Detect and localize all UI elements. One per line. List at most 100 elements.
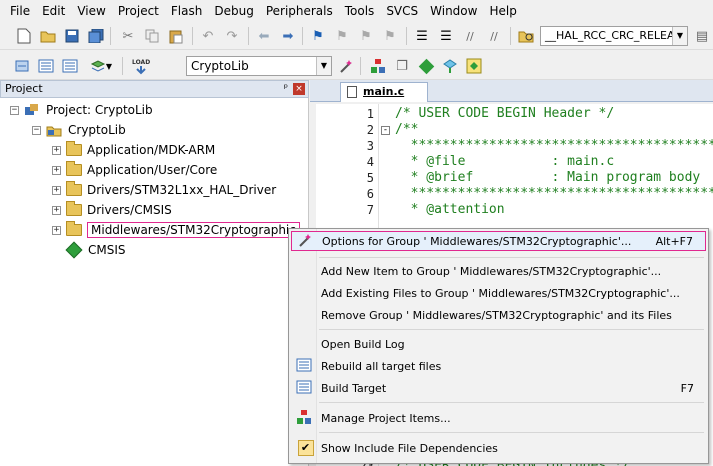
collapse-icon[interactable]: − [32,126,41,135]
indent-icon[interactable]: ☰ [412,26,432,46]
menu-item-open-build-log[interactable]: Open Build Log [291,334,706,354]
translate-icon[interactable] [12,56,32,76]
menu-edit[interactable]: Edit [36,0,71,22]
menu-separator [319,257,704,258]
options-wand-icon[interactable] [336,56,356,76]
cut-icon[interactable]: ✂ [118,26,138,46]
chevron-down-icon[interactable]: ▼ [672,27,687,45]
target-label: CryptoLib [68,123,126,137]
project-tree: − Project: CryptoLib − CryptoLib + Appli… [0,98,309,466]
menu-item-options-for-group[interactable]: Options for Group ' Middlewares/STM32Cry… [291,231,706,251]
new-file-icon[interactable] [14,26,34,46]
clear-bookmarks-icon[interactable]: ⚑ [380,26,400,46]
tree-node-project[interactable]: Project: CryptoLib [24,100,153,120]
expand-icon[interactable]: + [52,206,61,215]
unindent-icon[interactable]: ☰ [436,26,456,46]
comment-icon[interactable]: // [460,26,480,46]
undo-icon[interactable]: ↶ [198,26,218,46]
pack-installer-icon[interactable] [440,56,460,76]
menu-tools[interactable]: Tools [339,0,381,22]
project-root-label: Project: CryptoLib [46,103,153,117]
line-number: 4 [366,155,374,169]
close-icon[interactable]: × [293,83,305,95]
tree-node-group-selected[interactable]: Middlewares/STM32Cryptographic [66,220,300,240]
target-select-value: CryptoLib [191,59,249,73]
menu-item-rebuild-all[interactable]: Rebuild all target files [291,356,706,376]
tree-node-cmsis[interactable]: CMSIS [65,240,126,260]
menu-project[interactable]: Project [112,0,165,22]
menu-window[interactable]: Window [424,0,483,22]
search-combo[interactable]: __HAL_RCC_CRC_RELEAS ▼ [540,26,688,46]
menu-item-manage-project-items[interactable]: Manage Project Items... [291,408,706,428]
menu-item-build-target[interactable]: Build Target F7 [291,378,706,398]
menu-separator [319,402,704,403]
fold-collapse-icon[interactable]: - [381,126,390,135]
pin-icon[interactable]: ᵖ [284,81,288,97]
manage-items-icon [291,409,317,428]
paste-icon[interactable] [166,26,186,46]
chevron-down-icon[interactable]: ▼ [316,57,331,75]
tree-node-group[interactable]: Application/MDK-ARM [66,140,215,160]
menu-view[interactable]: View [71,0,111,22]
bookmark-icon[interactable]: ⚑ [308,26,328,46]
load-icon[interactable]: LOAD [130,56,152,76]
group-label: Application/MDK-ARM [87,143,216,157]
menu-item-label: Add New Item to Group ' Middlewares/STM3… [321,264,662,278]
expand-icon[interactable]: + [52,166,61,175]
code-line: /** [395,122,419,137]
manage-items-icon[interactable] [368,56,388,76]
group-label: Middlewares/STM32Cryptographic [87,222,300,238]
find-in-files-icon[interactable] [516,26,536,46]
folder-icon [66,161,82,176]
code-line: /* USER CODE BEGIN Header */ [395,106,615,121]
next-bookmark-icon[interactable]: ⚑ [356,26,376,46]
line-number: 1 [366,107,374,121]
tree-node-group[interactable]: Drivers/CMSIS [66,200,172,220]
save-all-icon[interactable] [86,26,106,46]
collapse-icon[interactable]: − [10,106,19,115]
menu-item-add-existing-files[interactable]: Add Existing Files to Group ' Middleware… [291,283,706,303]
line-number: 3 [366,139,374,153]
save-icon[interactable] [62,26,82,46]
menu-item-remove-group[interactable]: Remove Group ' Middlewares/STM32Cryptogr… [291,305,706,325]
tree-node-group[interactable]: Application/User/Core [66,160,217,180]
build-icon [291,379,317,398]
menu-help[interactable]: Help [483,0,522,22]
project-panel-title: Project [5,82,43,95]
menu-svcs[interactable]: SVCS [380,0,424,22]
prev-bookmark-icon[interactable]: ⚑ [332,26,352,46]
target-select[interactable]: CryptoLib ▼ [186,56,332,76]
expand-icon[interactable]: + [52,226,61,235]
green-gem-icon[interactable] [416,56,436,76]
menu-bar: File Edit View Project Flash Debug Perip… [0,0,713,22]
batch-build-icon[interactable]: ▼ [86,56,116,76]
cmsis-label: CMSIS [88,243,126,257]
expand-icon[interactable]: + [52,186,61,195]
menu-file[interactable]: File [4,0,36,22]
tree-node-target[interactable]: CryptoLib [46,120,126,140]
menu-flash[interactable]: Flash [165,0,208,22]
uncomment-icon[interactable]: // [484,26,504,46]
find-icon[interactable]: ▤ [692,26,712,46]
copy-icon[interactable] [142,26,162,46]
expand-icon[interactable]: + [52,146,61,155]
line-number: 5 [366,171,374,185]
menu-peripherals[interactable]: Peripherals [260,0,339,22]
folder-icon [66,221,82,236]
back-icon[interactable]: ⬅ [254,26,274,46]
redo-icon[interactable]: ↷ [222,26,242,46]
forward-icon[interactable]: ➡ [278,26,298,46]
tab-main-c[interactable]: main.c [340,82,428,102]
code-line: ****************************************… [395,186,713,201]
menu-debug[interactable]: Debug [208,0,259,22]
layers-icon[interactable]: ❐ [392,56,412,76]
menu-item-label: Options for Group ' Middlewares/STM32Cry… [322,234,632,248]
rebuild-icon[interactable] [60,56,80,76]
tree-node-group[interactable]: Drivers/STM32L1xx_HAL_Driver [66,180,276,200]
editor-tab-strip: main.c [310,80,713,102]
pack-select-icon[interactable] [464,56,484,76]
menu-item-show-include-deps[interactable]: ✔ Show Include File Dependencies [291,438,706,458]
menu-item-add-new-item[interactable]: Add New Item to Group ' Middlewares/STM3… [291,261,706,281]
build-icon[interactable] [36,56,56,76]
open-icon[interactable] [38,26,58,46]
